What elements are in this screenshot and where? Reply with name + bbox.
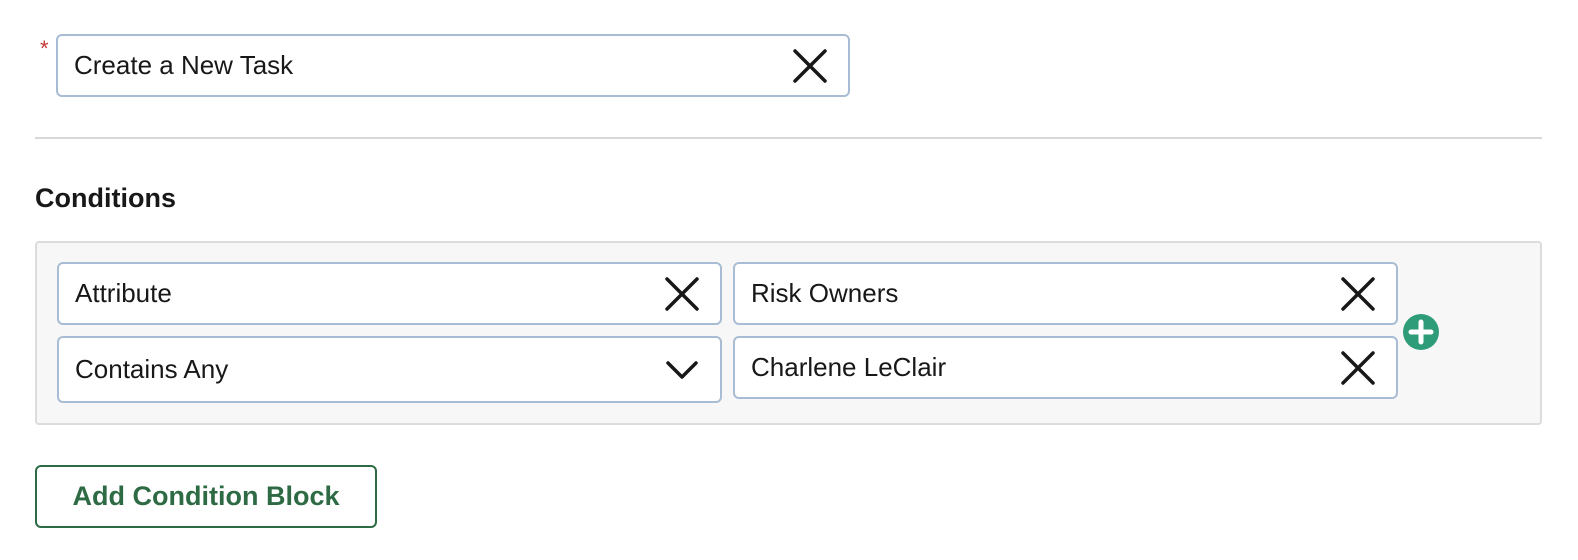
condition-value-text: Risk Owners <box>751 278 899 308</box>
task-name-field[interactable]: Create a New Task <box>56 34 850 97</box>
close-icon[interactable] <box>652 264 712 323</box>
condition-value-field[interactable]: Risk Owners <box>733 262 1398 325</box>
condition-attribute-value: Attribute <box>75 278 172 308</box>
condition-person-value: Charlene LeClair <box>751 352 947 382</box>
task-name-value: Create a New Task <box>74 50 294 80</box>
add-condition-block-button[interactable]: Add Condition Block <box>35 465 377 528</box>
condition-person-field[interactable]: Charlene LeClair <box>733 336 1398 399</box>
condition-operator-select[interactable]: Contains Any <box>57 336 722 403</box>
close-icon[interactable] <box>780 36 840 95</box>
section-divider <box>35 137 1542 139</box>
chevron-down-icon[interactable] <box>652 338 712 401</box>
task-condition-editor: * Create a New Task Conditions Attribute… <box>0 0 1578 560</box>
plus-circle-icon[interactable] <box>1403 314 1439 350</box>
condition-attribute-field[interactable]: Attribute <box>57 262 722 325</box>
conditions-heading: Conditions <box>35 183 176 213</box>
close-icon[interactable] <box>1328 264 1388 323</box>
condition-operator-value: Contains Any <box>75 354 229 384</box>
close-icon[interactable] <box>1328 338 1388 397</box>
required-indicator: * <box>40 36 49 61</box>
